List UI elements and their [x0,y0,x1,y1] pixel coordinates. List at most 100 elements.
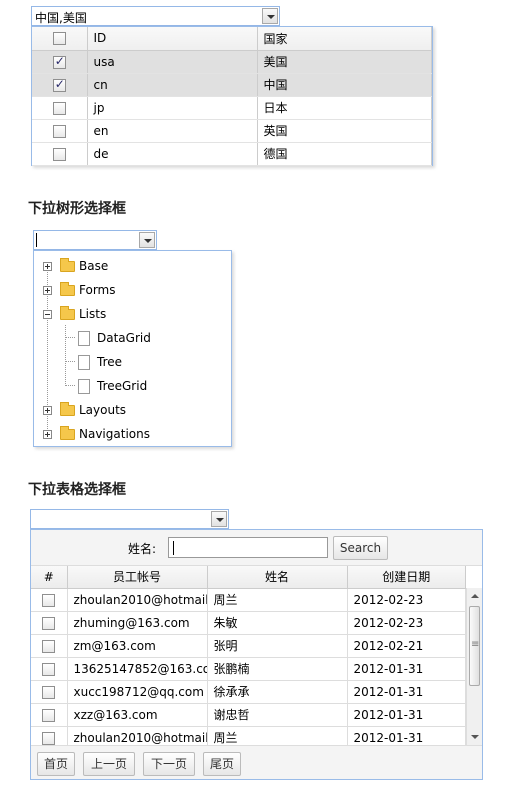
table-row[interactable]: 13625147852@163.com 张鹏楠 2012-01-31 [31,657,466,681]
next-page-button[interactable]: 下一页 [143,752,195,776]
cell-date: 2012-02-23 [347,588,466,612]
cell-id: en [87,119,258,143]
section-title-tree: 下拉树形选择框 [28,201,126,217]
table-row[interactable]: en 英国 [32,119,432,143]
employee-grid-header: # 员工帐号 姓名 创建日期 [31,566,466,589]
cell-name: 谢忠哲 [207,703,348,727]
tree-node-label: Lists [79,307,107,321]
name-search-input[interactable] [168,537,328,558]
pager: 首页 上一页 下一页 尾页 [31,745,482,779]
cell-date: 2012-01-31 [347,657,466,681]
table-row[interactable]: usa 美国 [32,50,432,74]
tree-node-base[interactable]: Base [34,254,231,278]
table-row[interactable]: de 德国 [32,142,432,166]
row-checkbox[interactable] [52,147,66,161]
cell-date: 2012-01-31 [347,680,466,704]
scrollbar-thumb[interactable] [469,606,480,686]
cell-account: zhuming@163.com [67,611,208,635]
tree-node-label: DataGrid [97,331,151,345]
file-icon [78,379,90,394]
expand-icon[interactable] [43,430,52,439]
row-checkbox[interactable] [42,593,56,607]
tree-node-lists[interactable]: Lists [34,302,231,326]
select-all-checkbox[interactable] [52,32,66,46]
search-toolbar: 姓名: Search [31,530,482,566]
row-checkbox[interactable] [42,685,56,699]
tree-combo[interactable] [33,230,157,250]
tree-panel: Base Forms Lists DataGrid Tree TreeGrid … [33,250,232,447]
table-row[interactable]: cn 中国 [32,73,432,97]
folder-open-icon [60,306,75,320]
tree-node-datagrid[interactable]: DataGrid [34,326,231,350]
row-checkbox[interactable] [42,731,56,745]
cell-account: xucc198712@qq.com [67,680,208,704]
column-header-name[interactable]: 姓名 [207,566,348,589]
chevron-down-icon[interactable] [139,232,155,248]
chevron-down-icon[interactable] [262,8,278,24]
chevron-down-icon[interactable] [211,511,227,527]
cell-country: 美国 [257,50,432,74]
row-checkbox[interactable] [42,639,56,653]
search-button[interactable]: Search [333,536,388,560]
scroll-up-icon[interactable] [471,594,479,598]
cell-account: 13625147852@163.com [67,657,208,681]
row-checkbox[interactable] [42,616,56,630]
cell-name: 张明 [207,634,348,658]
cell-date: 2012-02-23 [347,611,466,635]
vertical-scrollbar[interactable] [466,588,482,745]
tree-node-tree[interactable]: Tree [34,350,231,374]
row-checkbox[interactable] [52,124,66,138]
row-checkbox[interactable] [52,77,66,92]
tree-node-forms[interactable]: Forms [34,278,231,302]
row-checkbox[interactable] [52,54,66,69]
country-grid-header: ID 国家 [32,27,432,51]
row-checkbox[interactable] [52,101,66,115]
column-header-country[interactable]: 国家 [257,27,432,51]
table-row[interactable]: zhuming@163.com 朱敏 2012-02-23 [31,611,466,635]
cell-name: 徐承承 [207,680,348,704]
expand-icon[interactable] [43,286,52,295]
cell-country: 德国 [257,142,432,166]
column-header-date[interactable]: 创建日期 [347,566,466,589]
employee-grid: # 员工帐号 姓名 创建日期 zhoulan2010@hotmail.com 周… [31,566,466,750]
tree-node-treegrid[interactable]: TreeGrid [34,374,231,398]
section-title-grid: 下拉表格选择框 [28,482,126,498]
column-header-id[interactable]: ID [87,27,258,51]
tree-node-layouts[interactable]: Layouts [34,398,231,422]
table-row[interactable]: zhoulan2010@hotmail.com 周兰 2012-02-23 [31,588,466,612]
collapse-icon[interactable] [43,310,52,319]
cell-name: 周兰 [207,588,348,612]
tree-node-navigations[interactable]: Navigations [34,422,231,446]
country-combo[interactable]: 中国,美国 [31,6,280,26]
select-all-header[interactable] [32,27,88,51]
tree-node-label: TreeGrid [97,379,148,393]
first-page-button[interactable]: 首页 [37,752,75,776]
column-header-index[interactable]: # [31,566,68,589]
row-checkbox[interactable] [42,662,56,676]
cell-id: cn [87,73,258,97]
tree-node-label: Navigations [79,427,150,441]
grid-combo[interactable] [30,509,229,529]
folder-icon [60,426,75,440]
expand-icon[interactable] [43,406,52,415]
file-icon [78,331,90,346]
cell-account: zhoulan2010@hotmail.com [67,588,208,612]
name-search-label: 姓名: [128,542,157,556]
tree-node-label: Layouts [79,403,127,417]
tree-node-label: Tree [97,355,123,369]
table-row[interactable]: xucc198712@qq.com 徐承承 2012-01-31 [31,680,466,704]
cell-account: zm@163.com [67,634,208,658]
tree-node-label: Forms [79,283,116,297]
column-header-account[interactable]: 员工帐号 [67,566,208,589]
cell-id: de [87,142,258,166]
cell-id: jp [87,96,258,120]
row-checkbox[interactable] [42,708,56,722]
table-row[interactable]: xzz@163.com 谢忠哲 2012-01-31 [31,703,466,727]
last-page-button[interactable]: 尾页 [203,752,241,776]
prev-page-button[interactable]: 上一页 [83,752,135,776]
tree-combo-caret [36,233,37,247]
scroll-down-icon[interactable] [471,735,479,739]
table-row[interactable]: jp 日本 [32,96,432,120]
expand-icon[interactable] [43,262,52,271]
table-row[interactable]: zm@163.com 张明 2012-02-21 [31,634,466,658]
